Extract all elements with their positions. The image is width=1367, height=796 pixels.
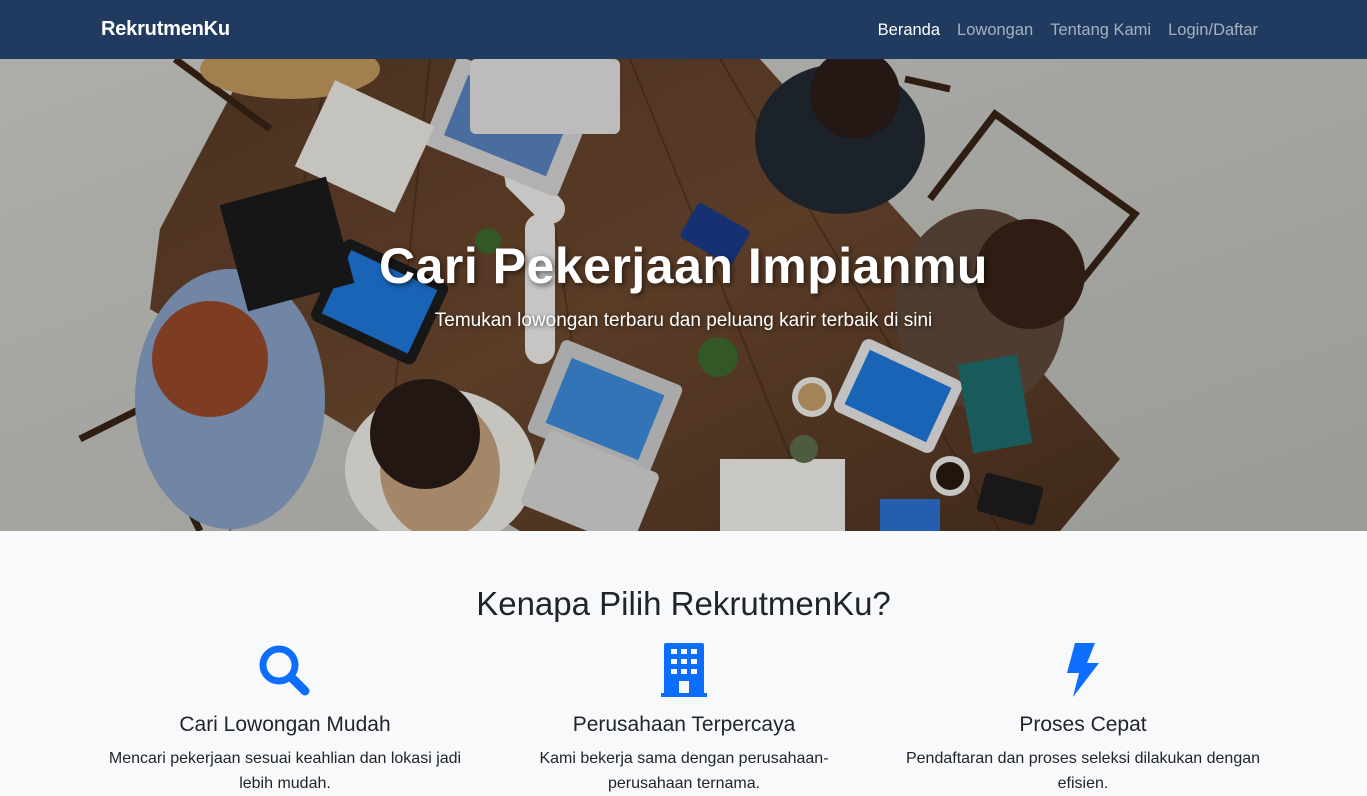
- nav-link-tentang-kami[interactable]: Tentang Kami: [1050, 20, 1151, 40]
- navbar: RekrutmenKu Beranda Lowongan Tentang Kam…: [0, 0, 1367, 59]
- feature-description: Kami bekerja sama dengan perusahaan-peru…: [539, 750, 829, 792]
- hero-title: Cari Pekerjaan Impianmu: [379, 238, 988, 294]
- nav-link-lowongan[interactable]: Lowongan: [957, 20, 1033, 40]
- search-icon: [95, 643, 475, 699]
- building-icon: [494, 643, 874, 699]
- feature-title: Perusahaan Terpercaya: [572, 713, 796, 736]
- nav-link-login-daftar[interactable]: Login/Daftar: [1168, 20, 1258, 40]
- feature-title: Cari Lowongan Mudah: [179, 713, 391, 736]
- hero-content: Cari Pekerjaan Impianmu Temukan lowongan…: [0, 59, 1367, 531]
- features-section: Kenapa Pilih RekrutmenKu? Cari Lowongan …: [0, 531, 1367, 796]
- feature-card-search: Cari Lowongan Mudah Mencari pekerjaan se…: [95, 643, 475, 796]
- feature-title: Proses Cepat: [1019, 713, 1147, 736]
- feature-card-fast: Proses Cepat Pendaftaran dan proses sele…: [893, 643, 1273, 796]
- brand-logo[interactable]: RekrutmenKu: [101, 18, 230, 41]
- feature-card-company: Perusahaan Terpercaya Kami bekerja sama …: [494, 643, 874, 796]
- nav-link-beranda[interactable]: Beranda: [878, 20, 940, 40]
- feature-description: Pendaftaran dan proses seleksi dilakukan…: [905, 750, 1261, 792]
- hero-subtitle: Temukan lowongan terbaru dan peluang kar…: [434, 310, 933, 331]
- feature-description: Mencari pekerjaan sesuai keahlian dan lo…: [108, 750, 462, 792]
- hero-section: Cari Pekerjaan Impianmu Temukan lowongan…: [0, 59, 1367, 531]
- features-heading: Kenapa Pilih RekrutmenKu?: [476, 585, 891, 622]
- lightning-icon: [893, 643, 1273, 699]
- nav-menu: Beranda Lowongan Tentang Kami Login/Daft…: [878, 20, 1258, 40]
